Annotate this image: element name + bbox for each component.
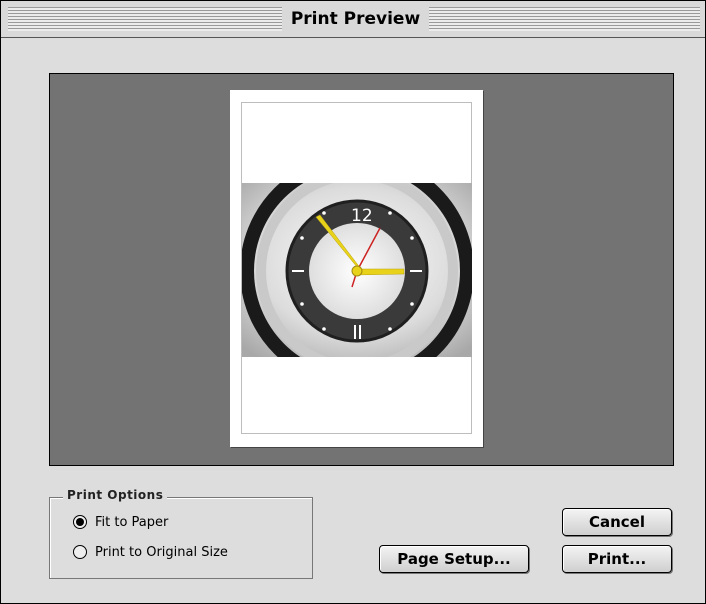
title-bar-stripes-right xyxy=(429,7,700,31)
preview-area: 12 xyxy=(49,73,674,466)
window-title: Print Preview xyxy=(290,9,421,29)
radio-fit-to-paper[interactable]: Fit to Paper xyxy=(73,511,168,533)
radio-label-fit-to-paper: Fit to Paper xyxy=(95,514,169,530)
radio-print-original-size[interactable]: Print to Original Size xyxy=(73,541,228,563)
radio-button-unselected[interactable] xyxy=(73,545,87,559)
cancel-button[interactable]: Cancel xyxy=(562,508,672,536)
title-bar-stripes-left xyxy=(8,7,282,31)
print-preview-dialog: Print Preview 12 Print Options Fit to Pa… xyxy=(0,0,706,604)
radio-label-print-original-size: Print to Original Size xyxy=(95,544,228,560)
paper-preview: 12 xyxy=(230,90,483,447)
radio-button-selected[interactable] xyxy=(73,515,87,529)
title-bar[interactable]: Print Preview xyxy=(1,1,705,38)
print-button[interactable]: Print... xyxy=(562,545,672,573)
print-options-group xyxy=(49,497,313,579)
print-options-legend: Print Options xyxy=(63,488,168,502)
clock-numeral-12: 12 xyxy=(351,206,373,226)
page-setup-button[interactable]: Page Setup... xyxy=(379,545,529,573)
clock-photo: 12 xyxy=(242,183,472,357)
